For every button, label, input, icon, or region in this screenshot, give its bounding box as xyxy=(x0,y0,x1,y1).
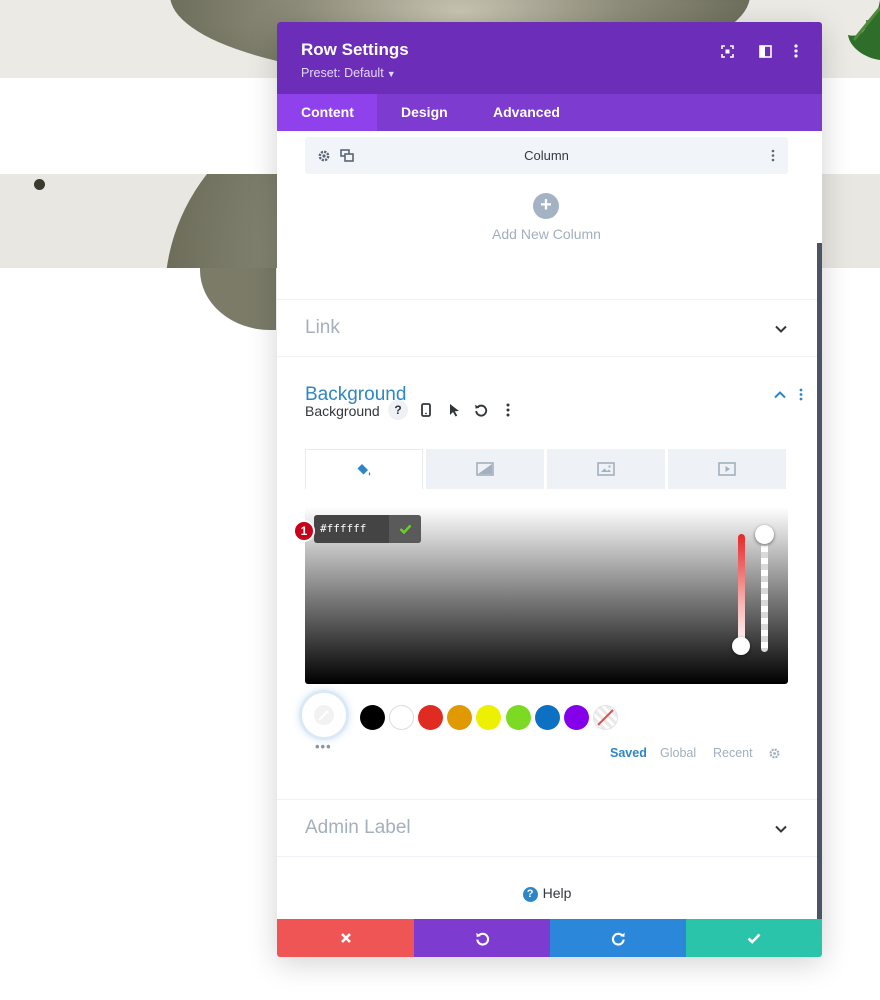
eyedropper-icon xyxy=(314,705,334,725)
more-colors-icon[interactable]: ••• xyxy=(315,739,332,754)
tab-advanced[interactable]: Advanced xyxy=(493,94,560,131)
column-label: Column xyxy=(524,148,569,163)
help-icon[interactable]: ? xyxy=(388,400,408,420)
tab-design[interactable]: Design xyxy=(401,94,448,131)
scrollbar[interactable] xyxy=(817,243,822,919)
section-link-title[interactable]: Link xyxy=(305,317,340,339)
color-swatch[interactable] xyxy=(506,705,531,730)
divider xyxy=(277,356,817,357)
image-icon xyxy=(597,462,615,476)
modal-footer xyxy=(277,919,822,957)
settings-tabs: Content Design Advanced xyxy=(277,94,822,131)
row-settings-modal: Row Settings Preset: Default ▼ Content De… xyxy=(277,22,822,957)
help-link[interactable]: ? Help xyxy=(277,885,817,902)
opacity-slider[interactable] xyxy=(761,534,768,652)
preset-dropdown[interactable]: Preset: Default ▼ xyxy=(301,66,396,80)
chevron-down-icon[interactable] xyxy=(774,822,788,836)
hue-slider-handle[interactable] xyxy=(732,637,750,655)
color-swatch[interactable] xyxy=(418,705,443,730)
check-icon xyxy=(747,933,761,944)
color-swatch[interactable] xyxy=(389,705,414,730)
palette-tab-recent[interactable]: Recent xyxy=(713,746,753,760)
tab-content[interactable]: Content xyxy=(277,94,377,131)
settings-content: Column + Add New Column Link Background … xyxy=(277,131,822,919)
divider xyxy=(277,856,817,857)
hover-cursor-icon[interactable] xyxy=(444,400,464,420)
close-icon xyxy=(340,933,351,943)
column-item[interactable]: Column xyxy=(305,137,788,174)
add-column-label[interactable]: Add New Column xyxy=(277,226,816,242)
chevron-down-icon[interactable] xyxy=(774,322,788,336)
check-icon xyxy=(399,524,411,534)
reset-icon[interactable] xyxy=(471,400,491,420)
redo-icon xyxy=(611,932,625,946)
bowl-edge-image xyxy=(200,268,276,330)
gradient-icon xyxy=(476,462,494,476)
tab-background-gradient[interactable] xyxy=(426,449,544,489)
split-view-icon[interactable] xyxy=(755,41,775,61)
hex-value[interactable]: #ffffff xyxy=(320,522,366,535)
palette-tab-global[interactable]: Global xyxy=(660,746,696,760)
caret-down-icon: ▼ xyxy=(386,69,396,79)
add-column-button[interactable]: + xyxy=(533,193,559,219)
section-options-icon[interactable] xyxy=(799,388,803,401)
tab-background-video[interactable] xyxy=(668,449,786,489)
undo-button[interactable] xyxy=(414,919,550,957)
hue-slider[interactable] xyxy=(738,534,745,650)
help-label: Help xyxy=(542,885,572,901)
save-button[interactable] xyxy=(686,919,822,957)
cancel-button[interactable] xyxy=(277,919,414,957)
more-options-icon[interactable] xyxy=(771,149,775,162)
background-field-label: Background xyxy=(305,403,380,419)
color-swatch[interactable] xyxy=(564,705,589,730)
divider xyxy=(277,799,817,800)
pepper-speck xyxy=(34,179,45,190)
help-circle-icon: ? xyxy=(522,886,538,902)
responsive-phone-icon[interactable] xyxy=(416,400,436,420)
current-color-swatch[interactable] xyxy=(302,693,346,737)
swatch-transparent[interactable] xyxy=(593,705,618,730)
palette-tab-saved[interactable]: Saved xyxy=(610,746,647,760)
redo-button[interactable] xyxy=(550,919,686,957)
parsley-leaf-image xyxy=(848,0,880,60)
color-swatch[interactable] xyxy=(535,705,560,730)
color-swatch[interactable] xyxy=(447,705,472,730)
plus-icon: + xyxy=(540,194,552,216)
color-saturation-area[interactable]: #ffffff 1 xyxy=(293,507,788,684)
hex-color-input[interactable]: #ffffff xyxy=(314,515,421,543)
confirm-color-button[interactable] xyxy=(389,515,421,543)
divider xyxy=(277,299,817,300)
background-type-tabs xyxy=(305,449,788,489)
chevron-up-icon[interactable] xyxy=(773,388,787,402)
section-admin-label-title[interactable]: Admin Label xyxy=(305,817,411,839)
tab-background-color[interactable] xyxy=(305,449,423,489)
palette-settings-gear-icon[interactable] xyxy=(768,747,781,760)
tab-background-image[interactable] xyxy=(547,449,665,489)
video-icon xyxy=(718,462,736,476)
fullscreen-icon[interactable] xyxy=(717,41,737,61)
preset-label: Preset: Default xyxy=(301,66,384,80)
more-options-icon[interactable] xyxy=(498,400,518,420)
undo-icon xyxy=(475,932,489,946)
step-badge: 1 xyxy=(293,520,315,542)
more-options-icon[interactable] xyxy=(786,41,806,61)
paint-bucket-icon xyxy=(357,463,371,475)
color-swatch[interactable] xyxy=(476,705,501,730)
opacity-slider-handle[interactable] xyxy=(755,525,774,544)
color-swatch[interactable] xyxy=(360,705,385,730)
modal-header: Row Settings Preset: Default ▼ xyxy=(277,22,822,94)
modal-title: Row Settings xyxy=(301,40,409,59)
